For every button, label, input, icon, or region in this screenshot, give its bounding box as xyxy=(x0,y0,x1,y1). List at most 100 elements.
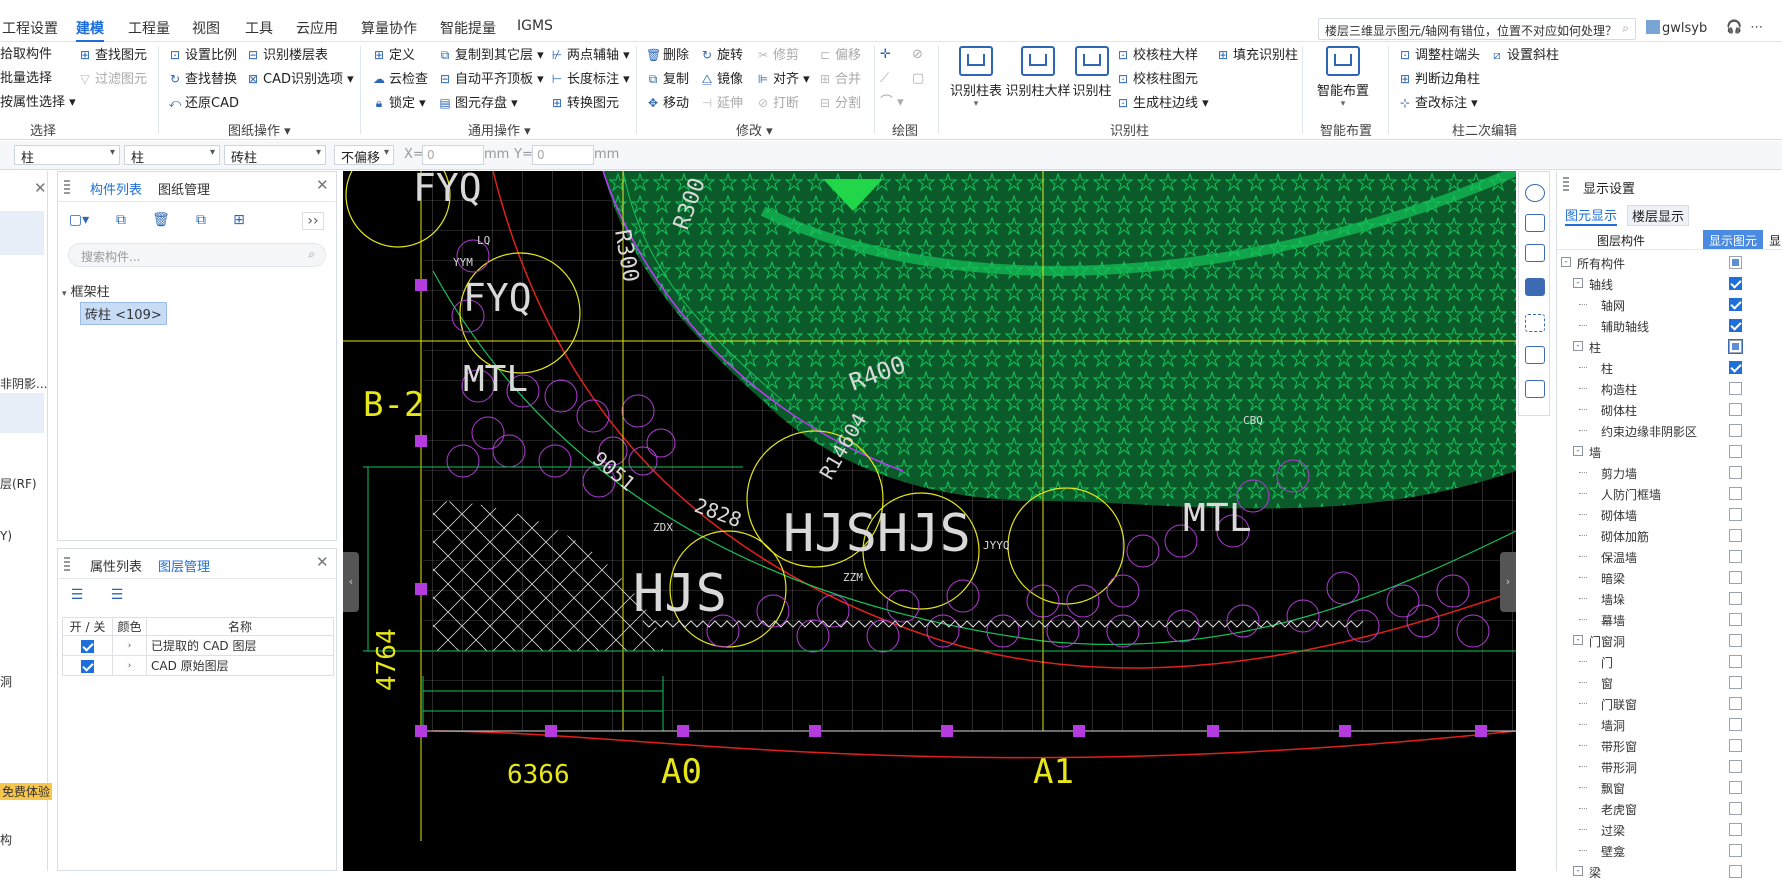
show-element-checkbox[interactable] xyxy=(1729,508,1742,521)
nav-selected-item[interactable] xyxy=(0,211,44,255)
nav-selected-item-2[interactable] xyxy=(0,393,44,433)
edit-annotation-button[interactable]: ⊹ 查改标注 ▾ xyxy=(1398,95,1478,112)
cloud-check-button[interactable]: ☁ 云检查 xyxy=(372,71,428,88)
close-icon[interactable]: ✕ xyxy=(316,176,329,194)
new-icon[interactable]: ▢▾ xyxy=(68,212,90,230)
tree-node-brick-column[interactable]: 砖柱 <109> xyxy=(80,302,167,325)
view-mode-icon[interactable] xyxy=(1525,278,1545,296)
chevron-down-icon[interactable]: ▾ xyxy=(62,289,67,299)
tab-property-list[interactable]: 属性列表 xyxy=(90,556,142,575)
tab-element-display[interactable]: 图元显示 xyxy=(1565,205,1618,226)
display-tree-row[interactable]: -墙 xyxy=(1557,441,1782,462)
show-element-checkbox[interactable] xyxy=(1729,445,1742,458)
collapse-toggle-icon[interactable]: - xyxy=(1561,257,1571,267)
display-tree-row[interactable]: 窗 xyxy=(1557,672,1782,693)
cube-icon[interactable] xyxy=(1525,244,1545,262)
show-element-checkbox[interactable] xyxy=(1729,298,1742,311)
display-tree-row[interactable]: -柱 xyxy=(1557,336,1782,357)
tab-layer-management[interactable]: 图层管理 xyxy=(158,556,210,575)
help-search-box[interactable]: 楼层三维显示图元/轴网有错位，位置不对应如何处理？ ⌕ xyxy=(1318,18,1636,40)
display-tree-row[interactable]: -梁 xyxy=(1557,861,1782,882)
pick-component-button[interactable]: 拾取构件 xyxy=(0,47,52,63)
menu-project-settings[interactable]: 工程设置 xyxy=(2,18,58,38)
merge-button[interactable]: ⊞ 合并 xyxy=(818,71,861,88)
nav-item[interactable]: 层(RF) xyxy=(0,475,37,492)
display-tree-row[interactable]: 门联窗 xyxy=(1557,693,1782,714)
more-icon[interactable]: ›› xyxy=(302,212,324,230)
show-element-checkbox[interactable] xyxy=(1729,487,1742,500)
cad-options-button[interactable]: ⊠ CAD识别选项 ▾ xyxy=(246,71,354,88)
display-tree-row[interactable]: 老虎窗 xyxy=(1557,798,1782,819)
layer-toggle-checkbox[interactable] xyxy=(81,659,94,673)
rotate-button[interactable]: ↻ 旋转 xyxy=(700,47,743,64)
adjust-column-end-button[interactable]: ⊡ 调整柱端头 xyxy=(1398,47,1480,64)
close-icon[interactable]: ✕ xyxy=(316,553,329,571)
find-element-button[interactable]: ⊞ 查找图元 xyxy=(78,47,147,64)
display-tree-row[interactable]: 构造柱 xyxy=(1557,378,1782,399)
cad-drawing-canvas[interactable]: B-2 4764 6366 A0 A1 R300 R300 R400 R1460… xyxy=(343,171,1516,871)
delete-button[interactable]: 🗑︎ 删除 xyxy=(646,47,689,64)
show-element-checkbox[interactable] xyxy=(1729,844,1742,857)
display-tree-row[interactable]: 门 xyxy=(1557,651,1782,672)
layer-hide-icon[interactable]: ☰ xyxy=(106,587,128,605)
show-element-checkbox[interactable] xyxy=(1729,529,1742,542)
tab-drawing-management[interactable]: 图纸管理 xyxy=(158,179,210,198)
menu-cloud[interactable]: 云应用 xyxy=(296,18,338,38)
show-element-checkbox[interactable] xyxy=(1729,739,1742,752)
point-draw-icon[interactable]: ✛ xyxy=(880,47,891,63)
3d-view-icon[interactable] xyxy=(1525,214,1545,232)
display-tree-row[interactable]: 壁龛 xyxy=(1557,840,1782,861)
display-tree-row[interactable]: 墙垛 xyxy=(1557,588,1782,609)
filter-element-button[interactable]: ▽ 过滤图元 xyxy=(78,71,147,88)
align-button[interactable]: ⊫ 对齐 ▾ xyxy=(756,71,810,88)
show-element-checkbox[interactable] xyxy=(1729,781,1742,794)
duplicate-icon[interactable]: ⧉ xyxy=(190,212,212,230)
lock-button[interactable]: 🔒︎ 锁定 ▾ xyxy=(372,95,426,112)
collapse-right-handle[interactable]: › xyxy=(1500,552,1516,612)
copy-icon[interactable]: ⧉ xyxy=(110,212,132,230)
display-tree-row[interactable]: 暗梁 xyxy=(1557,567,1782,588)
show-element-checkbox[interactable] xyxy=(1729,697,1742,710)
mirror-button[interactable]: ⧋ 镜像 xyxy=(700,71,743,88)
display-tree-row[interactable]: 飘窗 xyxy=(1557,777,1782,798)
list-settings-icon[interactable] xyxy=(1525,380,1545,398)
show-element-checkbox[interactable] xyxy=(1729,634,1742,647)
menu-quantities[interactable]: 工程量 xyxy=(128,18,170,38)
tree-node-frame-column[interactable]: ▾ 框架柱 xyxy=(62,281,110,300)
generate-column-edge-button[interactable]: ⊡ 生成柱边线 ▾ xyxy=(1116,95,1209,112)
save-icon[interactable]: ⊞ xyxy=(228,212,250,230)
component-combo[interactable]: 砖柱 xyxy=(224,145,326,166)
show-element-checkbox[interactable] xyxy=(1729,718,1742,731)
menu-igms[interactable]: IGMS xyxy=(517,18,553,34)
show-element-checkbox[interactable] xyxy=(1729,361,1742,374)
collapse-left-handle[interactable]: ‹ xyxy=(343,552,359,612)
menu-view[interactable]: 视图 xyxy=(192,18,220,38)
check-column-detail-button[interactable]: ⊡ 校核柱大样 xyxy=(1116,47,1198,64)
nav-item[interactable]: 非阴影... xyxy=(0,375,47,392)
arc-draw-icon[interactable]: ⌒ ▾ xyxy=(880,95,904,111)
display-tree-row[interactable]: 柱 xyxy=(1557,357,1782,378)
show-element-checkbox[interactable] xyxy=(1729,319,1742,332)
search-icon[interactable]: ⌕ xyxy=(308,247,315,262)
show-element-checkbox[interactable] xyxy=(1729,802,1742,815)
save-element-button[interactable]: ▤ 图元存盘 ▾ xyxy=(438,95,517,112)
fullscreen-icon[interactable] xyxy=(1525,314,1545,332)
close-icon[interactable]: ✕ xyxy=(34,179,47,197)
identify-column-button[interactable]: 识别柱 xyxy=(1070,46,1114,99)
show-element-checkbox[interactable] xyxy=(1729,256,1742,269)
display-tree-row[interactable]: 带形窗 xyxy=(1557,735,1782,756)
convert-element-button[interactable]: ⊞ 转换图元 xyxy=(550,95,619,112)
rect-draw-icon[interactable]: ▢ xyxy=(912,71,924,87)
move-button[interactable]: ✥ 移动 xyxy=(646,95,689,112)
find-replace-button[interactable]: ↻ 查找替换 xyxy=(168,71,237,88)
collapse-toggle-icon[interactable]: - xyxy=(1573,446,1583,456)
display-tree-row[interactable]: 砌体柱 xyxy=(1557,399,1782,420)
display-tree-row[interactable]: 剪力墙 xyxy=(1557,462,1782,483)
show-element-checkbox[interactable] xyxy=(1729,655,1742,668)
show-element-checkbox[interactable] xyxy=(1729,760,1742,773)
display-tree-row[interactable]: 约束边缘非阴影区 xyxy=(1557,420,1782,441)
tab-floor-display[interactable]: 楼层显示 xyxy=(1627,205,1690,226)
collapse-toggle-icon[interactable]: - xyxy=(1573,278,1583,288)
show-element-checkbox[interactable] xyxy=(1729,571,1742,584)
display-tree-row[interactable]: - 所有构件 xyxy=(1557,252,1782,273)
